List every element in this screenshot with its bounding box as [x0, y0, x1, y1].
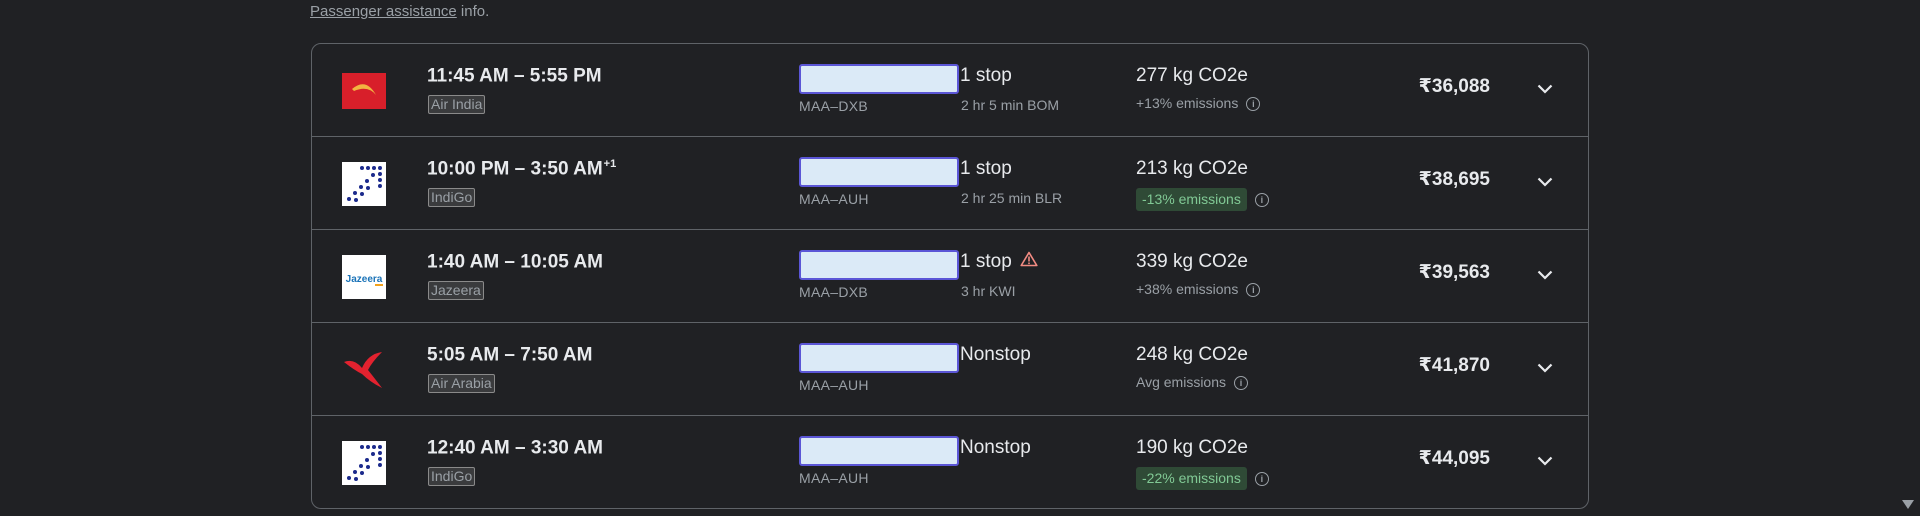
route-codes: MAA–DXB — [799, 284, 869, 300]
duration-field — [799, 343, 959, 373]
emissions-label: +38% emissions — [1136, 281, 1239, 297]
route-codes: MAA–AUH — [799, 377, 869, 393]
flight-row[interactable]: 12:40 AM – 3:30 AM IndiGo MAA–AUH Nonsto… — [312, 416, 1588, 508]
stops-label: Nonstop — [960, 344, 1031, 365]
warning-icon[interactable] — [1020, 251, 1038, 273]
info-icon[interactable]: i — [1254, 192, 1269, 207]
emissions-info: Avg emissions i — [1136, 374, 1249, 391]
airline-name: Air India — [428, 95, 486, 114]
air-india-logo-icon — [342, 69, 386, 113]
airline-name: IndiGo — [428, 467, 476, 486]
info-icon[interactable]: i — [1246, 282, 1261, 297]
co2-amount: 339 kg CO2e — [1136, 251, 1248, 272]
scroll-down-arrow-icon[interactable] — [1902, 497, 1914, 515]
passenger-assistance-link[interactable]: Passenger assistance — [310, 3, 457, 20]
flight-results-list: 11:45 AM – 5:55 PM Air India MAA–DXB 1 s… — [311, 43, 1589, 509]
stops-label: 1 stop — [960, 251, 1038, 273]
indigo-logo-icon — [342, 162, 386, 206]
flight-row[interactable]: 11:45 AM – 5:55 PM Air India MAA–DXB 1 s… — [312, 44, 1588, 137]
duration-field — [799, 157, 959, 187]
route-codes: MAA–DXB — [799, 98, 869, 114]
co2-amount: 213 kg CO2e — [1136, 158, 1248, 179]
chevron-down-icon[interactable] — [1534, 78, 1556, 100]
stops-label: 1 stop — [960, 158, 1012, 179]
stops-label: Nonstop — [960, 437, 1031, 458]
chevron-down-icon[interactable] — [1534, 264, 1556, 286]
duration-field — [799, 250, 959, 280]
price: ₹38,695 — [1418, 169, 1490, 190]
airline-name: Air Arabia — [428, 374, 495, 393]
layover-info: 3 hr KWI — [961, 283, 1016, 299]
flight-times: 1:40 AM – 10:05 AM — [427, 251, 603, 273]
route-codes: MAA–AUH — [799, 191, 869, 207]
emissions-info: +38% emissions i — [1136, 281, 1261, 298]
chevron-down-icon[interactable] — [1534, 450, 1556, 472]
flight-row[interactable]: 10:00 PM – 3:50 AM+1 IndiGo MAA–AUH 1 st… — [312, 137, 1588, 230]
airline-name: IndiGo — [428, 188, 476, 207]
price: ₹44,095 — [1418, 448, 1490, 469]
price: ₹36,088 — [1418, 76, 1490, 97]
chevron-down-icon[interactable] — [1534, 171, 1556, 193]
stops-label: 1 stop — [960, 65, 1012, 86]
chevron-down-icon[interactable] — [1534, 357, 1556, 379]
co2-amount: 248 kg CO2e — [1136, 344, 1248, 365]
info-icon[interactable]: i — [1254, 471, 1269, 486]
day-offset: +1 — [603, 158, 617, 170]
price: ₹41,870 — [1418, 355, 1490, 376]
info-icon[interactable]: i — [1234, 375, 1249, 390]
flight-row[interactable]: 5:05 AM – 7:50 AM Air Arabia MAA–AUH Non… — [312, 323, 1588, 416]
emissions-info: +13% emissions i — [1136, 95, 1261, 112]
emissions-badge: -13% emissions — [1136, 188, 1247, 211]
layover-info: 2 hr 5 min BOM — [961, 97, 1060, 113]
layover-info: 2 hr 25 min BLR — [961, 190, 1063, 206]
emissions-info: -13% emissions i — [1136, 188, 1269, 211]
route-codes: MAA–AUH — [799, 470, 869, 486]
duration-field — [799, 64, 959, 94]
passenger-assistance-note: Passenger assistance info. — [310, 3, 489, 20]
co2-amount: 190 kg CO2e — [1136, 437, 1248, 458]
price: ₹39,563 — [1418, 262, 1490, 283]
flight-times: 5:05 AM – 7:50 AM — [427, 344, 593, 366]
airline-name: Jazeera — [428, 281, 484, 300]
duration-field — [799, 436, 959, 466]
emissions-label: +13% emissions — [1136, 95, 1239, 111]
flight-times: 12:40 AM – 3:30 AM — [427, 437, 603, 459]
info-icon[interactable]: i — [1246, 96, 1261, 111]
co2-amount: 277 kg CO2e — [1136, 65, 1248, 86]
emissions-badge: -22% emissions — [1136, 467, 1247, 490]
flight-row[interactable]: Jazeera 1:40 AM – 10:05 AM Jazeera MAA–D… — [312, 230, 1588, 323]
air-arabia-logo-icon — [342, 348, 386, 392]
svg-text:Jazeera: Jazeera — [346, 274, 383, 285]
emissions-info: -22% emissions i — [1136, 467, 1269, 490]
info-suffix: info. — [456, 3, 490, 20]
emissions-label: Avg emissions — [1136, 374, 1227, 390]
flight-times: 11:45 AM – 5:55 PM — [427, 65, 602, 87]
jazeera-logo-icon: Jazeera — [342, 255, 386, 299]
flight-times: 10:00 PM – 3:50 AM+1 — [427, 158, 617, 180]
indigo-logo-icon — [342, 441, 386, 485]
